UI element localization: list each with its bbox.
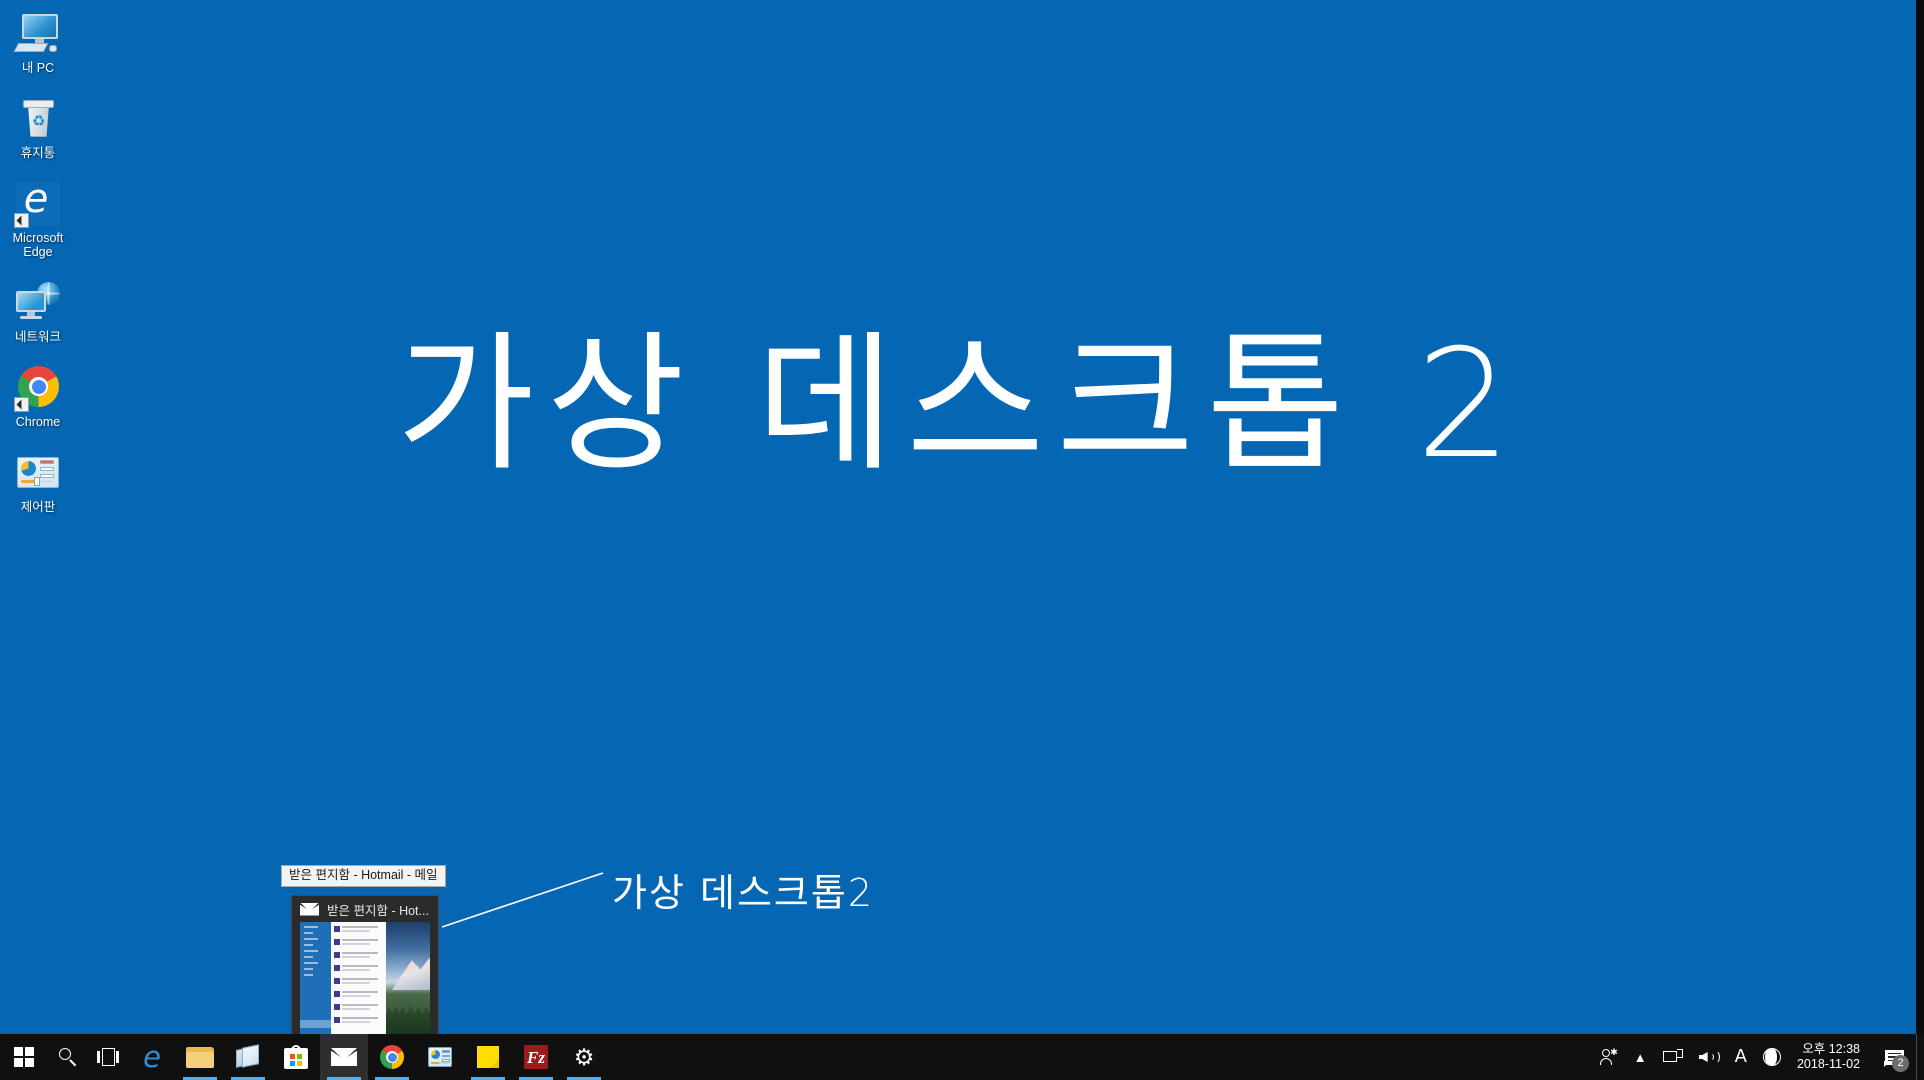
- speaker-icon: [1698, 1049, 1720, 1065]
- desktop-icon-my-pc[interactable]: 내 PC: [0, 4, 76, 75]
- taskbar-app-settings[interactable]: ⚙: [560, 1034, 608, 1080]
- screen-right-edge: [1916, 0, 1924, 1046]
- control-panel-icon: [14, 449, 62, 497]
- annotation-leader-line: [441, 872, 604, 928]
- people-button[interactable]: ✱: [1592, 1034, 1626, 1080]
- file-explorer-icon: [186, 1046, 214, 1068]
- filezilla-letters: Fz: [527, 1047, 545, 1067]
- chrome-icon: [14, 364, 62, 412]
- edge-icon: e: [143, 1039, 161, 1074]
- desktop-icon-label: 제어판: [20, 500, 56, 514]
- task-view-button[interactable]: [88, 1034, 128, 1080]
- taskbar-app-chrome[interactable]: [368, 1034, 416, 1080]
- chevron-up-icon: ▲: [1633, 1049, 1647, 1065]
- control-panel-icon: [428, 1047, 452, 1067]
- windows-logo-icon: [14, 1047, 34, 1067]
- thumbnail-message-list: [331, 922, 386, 1042]
- thumbnail-title: 받은 편지함 - Hot...: [327, 903, 429, 918]
- taskbar-thumbnail-tooltip: 받은 편지함 - Hotmail - 메일: [281, 865, 446, 887]
- night-light-button[interactable]: [1755, 1034, 1789, 1080]
- desktop-icon-network[interactable]: 네트워크: [0, 273, 76, 344]
- computer-icon: [13, 10, 62, 58]
- thumbnail-sidebar: [300, 922, 331, 1042]
- mail-icon: [331, 1048, 357, 1066]
- desktop-icon-label: Microsoft Edge: [12, 231, 64, 259]
- thumbnail-header: 받은 편지함 - Hot...: [292, 896, 438, 922]
- taskbar: e Fz ⚙ ✱ ▲ A 오후 12:38 2018-11-02 2: [0, 1034, 1924, 1080]
- clock[interactable]: 오후 12:38 2018-11-02: [1789, 1034, 1872, 1080]
- thumbnail-photo: [386, 922, 430, 1042]
- filezilla-icon: Fz: [524, 1045, 548, 1069]
- people-icon: ✱: [1599, 1048, 1618, 1066]
- taskbar-app-mail[interactable]: [320, 1034, 368, 1080]
- taskbar-app-store[interactable]: [272, 1034, 320, 1080]
- annotation-label: 가상 데스크톱2: [612, 871, 875, 915]
- desktop-icon-label: Chrome: [15, 415, 61, 429]
- gear-icon: ⚙: [573, 1044, 595, 1070]
- search-button[interactable]: [48, 1034, 88, 1080]
- microsoft-store-icon: [284, 1045, 308, 1069]
- taskbar-thumbnail-preview[interactable]: 받은 편지함 - Hot...: [291, 895, 439, 1047]
- page-title: 가상 데스크톱 2: [396, 318, 1524, 492]
- taskbar-app-explorer[interactable]: [176, 1034, 224, 1080]
- clock-time: 오후 12:38: [1802, 1042, 1860, 1056]
- task-view-icon: [97, 1048, 119, 1066]
- moon-icon: [1762, 1048, 1781, 1066]
- start-button[interactable]: [0, 1034, 48, 1080]
- clock-date: 2018-11-02: [1796, 1057, 1860, 1071]
- show-hidden-icons-button[interactable]: ▲: [1626, 1034, 1655, 1080]
- desktop-icon-chrome[interactable]: Chrome: [0, 358, 76, 429]
- desktop-icon-label: 네트워크: [14, 330, 61, 344]
- desktop-icon-microsoft-edge[interactable]: e Microsoft Edge: [0, 174, 76, 259]
- desktop-icon-label: 내 PC: [21, 61, 55, 75]
- notification-center-button[interactable]: 2: [1872, 1034, 1916, 1080]
- taskbar-app-sticky-notes[interactable]: [464, 1034, 512, 1080]
- sticky-note-icon: [477, 1046, 499, 1068]
- show-desktop-button[interactable]: [1916, 1034, 1924, 1080]
- shortcut-arrow-icon: [14, 397, 29, 412]
- notification-count-badge: 2: [1892, 1055, 1909, 1072]
- ime-icon: A: [1734, 1046, 1747, 1067]
- taskbar-app-edge[interactable]: e: [128, 1034, 176, 1080]
- desktop-icon-grid: 내 PC ♻ 휴지통 e Microsoft Edge 네트워크 Chrome …: [0, 4, 76, 528]
- search-icon: [58, 1047, 78, 1067]
- network-status-button[interactable]: [1655, 1034, 1691, 1080]
- network-icon: [1662, 1049, 1683, 1065]
- desktop-icon-label: 휴지통: [20, 146, 56, 160]
- system-tray: ✱ ▲ A 오후 12:38 2018-11-02 2: [1592, 1034, 1924, 1080]
- desktop-screen: 내 PC ♻ 휴지통 e Microsoft Edge 네트워크 Chrome …: [0, 0, 1924, 1080]
- volume-button[interactable]: [1691, 1034, 1727, 1080]
- edge-icon: e: [14, 176, 62, 228]
- taskbar-app-filezilla[interactable]: Fz: [512, 1034, 560, 1080]
- ime-indicator[interactable]: A: [1727, 1034, 1755, 1080]
- taskbar-app-reader[interactable]: [224, 1034, 272, 1080]
- shortcut-arrow-icon: [14, 213, 29, 228]
- recycle-bin-icon: ♻: [14, 95, 62, 143]
- desktop-icon-control-panel[interactable]: 제어판: [0, 443, 76, 514]
- reader-icon: [236, 1044, 260, 1068]
- taskbar-app-control-panel[interactable]: [416, 1034, 464, 1080]
- mail-icon: [300, 902, 319, 916]
- thumbnail-window-image: [300, 922, 430, 1042]
- chrome-icon: [380, 1045, 404, 1069]
- network-icon: [14, 279, 62, 327]
- desktop-icon-recycle-bin[interactable]: ♻ 휴지통: [0, 89, 76, 160]
